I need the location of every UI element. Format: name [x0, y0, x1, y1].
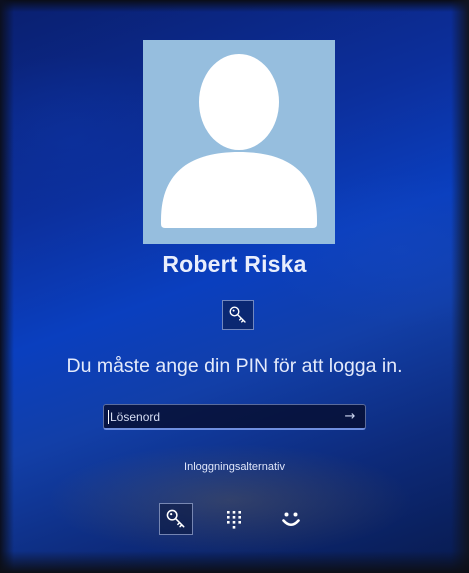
lock-screen: Robert Riska Du måste ange din PIN för a…: [0, 0, 469, 573]
keypad-icon: [227, 511, 241, 529]
photo-edge-right: [451, 0, 469, 573]
submit-arrow-button[interactable]: →: [341, 407, 359, 427]
sign-in-option-password-button[interactable]: [159, 503, 193, 535]
key-icon: [229, 306, 246, 323]
user-name: Robert Riska: [162, 251, 307, 277]
user-avatar: [143, 40, 335, 244]
pin-required-message: Du måste ange din PIN för att logga in.: [66, 355, 403, 377]
photo-edge-bottom: [0, 551, 469, 573]
default-user-icon: [161, 54, 317, 228]
key-icon: [166, 509, 185, 528]
sign-in-options-link[interactable]: Inloggningsalternativ: [0, 461, 469, 473]
sign-in-method-key-button[interactable]: [222, 300, 254, 330]
sign-in-option-face-button[interactable]: [274, 503, 308, 535]
photo-edge-top: [0, 0, 469, 12]
password-field[interactable]: →: [103, 404, 366, 430]
password-input[interactable]: [110, 406, 330, 428]
sign-in-option-pin-button[interactable]: [217, 503, 251, 535]
text-caret: [108, 410, 109, 424]
smiley-face-icon: [282, 512, 300, 527]
photo-edge-left: [0, 0, 14, 573]
